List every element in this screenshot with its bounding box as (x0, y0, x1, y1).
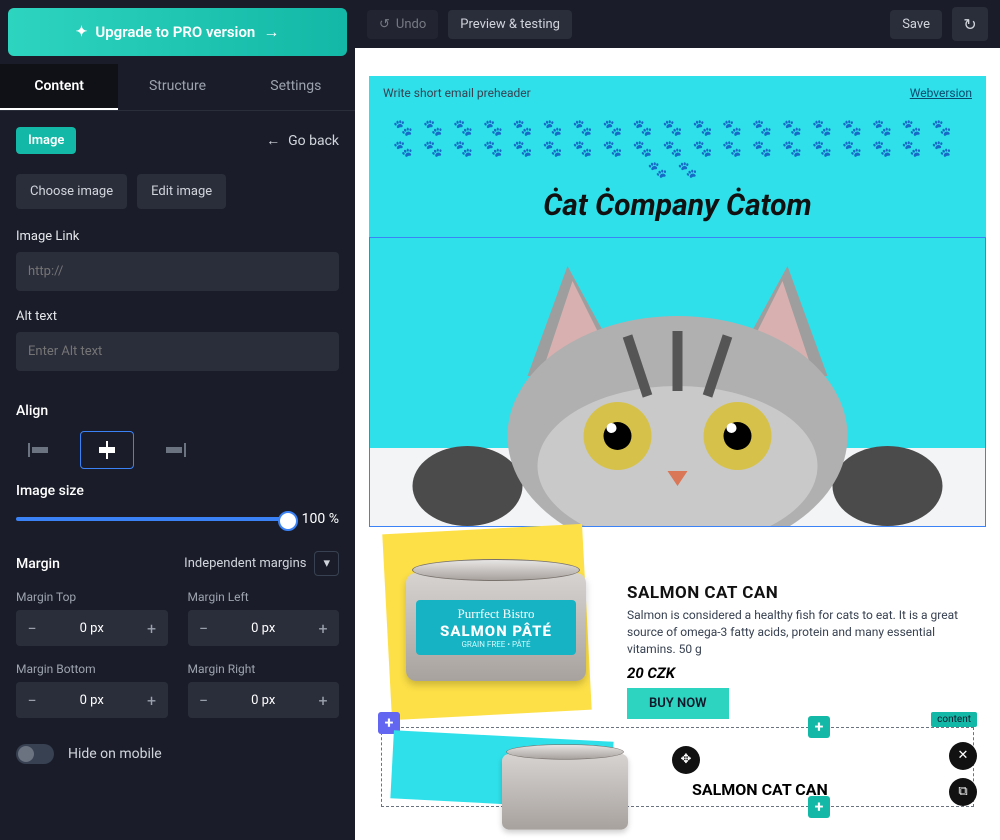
margin-mode-value: Independent margins (184, 556, 306, 571)
margin-right-increment[interactable]: + (307, 682, 339, 718)
hide-on-mobile-label: Hide on mobile (68, 746, 162, 762)
sparkle-icon: ✦ (76, 24, 88, 40)
margin-bottom-label: Margin Bottom (16, 662, 168, 676)
undo-button[interactable]: ↺ Undo (367, 10, 438, 39)
margin-bottom-stepper[interactable]: − 0 px + (16, 682, 168, 718)
margin-top-value: 0 px (48, 621, 136, 636)
editing-block[interactable]: + + content ✥ ✕ ⧉ + SALMON CAT CAN (381, 727, 974, 807)
align-left-button[interactable] (16, 431, 70, 469)
undo-label: Undo (396, 17, 426, 32)
go-back-label: Go back (288, 133, 339, 149)
margin-right-stepper[interactable]: − 0 px + (188, 682, 340, 718)
image-link-input[interactable] (16, 252, 339, 291)
can-script: Purrfect Bistro (420, 606, 572, 622)
arrow-right-icon: → (263, 22, 279, 42)
alt-text-input[interactable] (16, 332, 339, 371)
alt-text-label: Alt text (16, 309, 339, 324)
edit-image-button[interactable]: Edit image (137, 174, 226, 209)
product-image: Purrfect Bistro SALMON PÂTÉ GRAIN FREE •… (381, 537, 611, 717)
sidebar: ✦ Upgrade to PRO version → Content Struc… (0, 0, 355, 840)
align-center-button[interactable] (80, 431, 134, 469)
product-price: 20 CZK (627, 664, 974, 682)
image-size-value: 100 % (302, 511, 339, 527)
preheader-row: Write short email preheader Webversion (369, 76, 986, 110)
align-label: Align (16, 403, 339, 419)
upgrade-label: Upgrade to PRO version (95, 23, 255, 41)
arrow-left-icon: ← (266, 132, 280, 149)
preheader-text[interactable]: Write short email preheader (383, 86, 531, 100)
align-left-icon (28, 443, 58, 457)
margin-right-decrement[interactable]: − (188, 682, 220, 718)
margin-top-label: Margin Top (16, 590, 168, 604)
image-link-label: Image Link (16, 229, 339, 244)
undo-icon: ↺ (379, 17, 390, 32)
buy-now-button[interactable]: BUY NOW (627, 688, 729, 719)
image-size-label: Image size (16, 483, 339, 499)
margin-left-value: 0 px (220, 621, 308, 636)
margin-left-increment[interactable]: + (307, 610, 339, 646)
product-row[interactable]: Purrfect Bistro SALMON PÂTÉ GRAIN FREE •… (369, 527, 986, 718)
history-icon: ↻ (963, 15, 976, 34)
tab-structure[interactable]: Structure (118, 64, 236, 110)
chevron-down-icon: ▾ (314, 551, 339, 576)
tab-settings[interactable]: Settings (237, 64, 355, 110)
email-body: Write short email preheader Webversion 🐾… (369, 76, 986, 807)
topbar: ↺ Undo Preview & testing Save ↻ (355, 0, 1000, 48)
margin-mode-select[interactable]: Independent margins ▾ (184, 551, 339, 576)
margin-label: Margin (16, 556, 60, 572)
brand-title: Ċat Ċompany Ċatom (369, 188, 986, 223)
canvas[interactable]: Write short email preheader Webversion 🐾… (355, 48, 1000, 840)
margin-right-value: 0 px (220, 693, 308, 708)
cat-illustration (370, 237, 985, 526)
save-button[interactable]: Save (890, 10, 942, 39)
align-right-button[interactable] (144, 431, 198, 469)
can-sub: GRAIN FREE • PÂTÉ (420, 640, 572, 649)
align-right-icon (156, 443, 186, 457)
element-chip: Image (16, 127, 76, 154)
panel-body: Image ← Go back Choose image Edit image … (0, 111, 355, 800)
delete-block-button[interactable]: ✕ (949, 742, 977, 770)
margin-left-stepper[interactable]: − 0 px + (188, 610, 340, 646)
choose-image-button[interactable]: Choose image (16, 174, 127, 209)
tab-content[interactable]: Content (0, 64, 118, 110)
product-title-2: SALMON CAT CAN (692, 780, 828, 799)
margin-bottom-value: 0 px (48, 693, 136, 708)
content-tag: content (931, 712, 977, 727)
product-desc: Salmon is considered a healthy fish for … (627, 607, 974, 657)
history-button[interactable]: ↻ (952, 7, 988, 41)
go-back-button[interactable]: ← Go back (266, 132, 339, 149)
header-block[interactable]: 🐾🐾🐾🐾🐾🐾🐾🐾🐾🐾🐾🐾🐾🐾🐾🐾🐾🐾🐾🐾🐾🐾🐾🐾🐾🐾🐾🐾🐾🐾🐾🐾🐾🐾🐾🐾🐾🐾🐾🐾… (369, 110, 986, 237)
webversion-link[interactable]: Webversion (910, 86, 972, 100)
margin-top-increment[interactable]: + (136, 610, 168, 646)
add-content-top-button[interactable]: + (808, 716, 830, 738)
margin-bottom-increment[interactable]: + (136, 682, 168, 718)
duplicate-block-button[interactable]: ⧉ (949, 778, 977, 806)
margin-right-label: Margin Right (188, 662, 340, 676)
align-center-icon (92, 443, 122, 457)
margin-top-stepper[interactable]: − 0 px + (16, 610, 168, 646)
sidebar-tabs: Content Structure Settings (0, 64, 355, 111)
hero-image-block[interactable]: ↖ (369, 237, 986, 527)
main-area: ↺ Undo Preview & testing Save ↻ Write sh… (355, 0, 1000, 840)
product-image-2 (502, 754, 682, 840)
upgrade-button[interactable]: ✦ Upgrade to PRO version → (8, 8, 347, 56)
preview-testing-button[interactable]: Preview & testing (448, 10, 572, 39)
add-content-bottom-button[interactable]: + (808, 796, 830, 818)
margin-bottom-decrement[interactable]: − (16, 682, 48, 718)
margin-left-label: Margin Left (188, 590, 340, 604)
can-big: SALMON PÂTÉ (420, 622, 572, 640)
paw-decoration: 🐾🐾🐾🐾🐾🐾🐾🐾🐾🐾🐾🐾🐾🐾🐾🐾🐾🐾🐾🐾🐾🐾🐾🐾🐾🐾🐾🐾🐾🐾🐾🐾🐾🐾🐾🐾🐾🐾🐾🐾 (369, 118, 986, 180)
margin-top-decrement[interactable]: − (16, 610, 48, 646)
margin-left-decrement[interactable]: − (188, 610, 220, 646)
product-title: SALMON CAT CAN (627, 583, 974, 603)
image-size-slider[interactable] (16, 517, 290, 521)
hide-on-mobile-toggle[interactable] (16, 744, 54, 764)
